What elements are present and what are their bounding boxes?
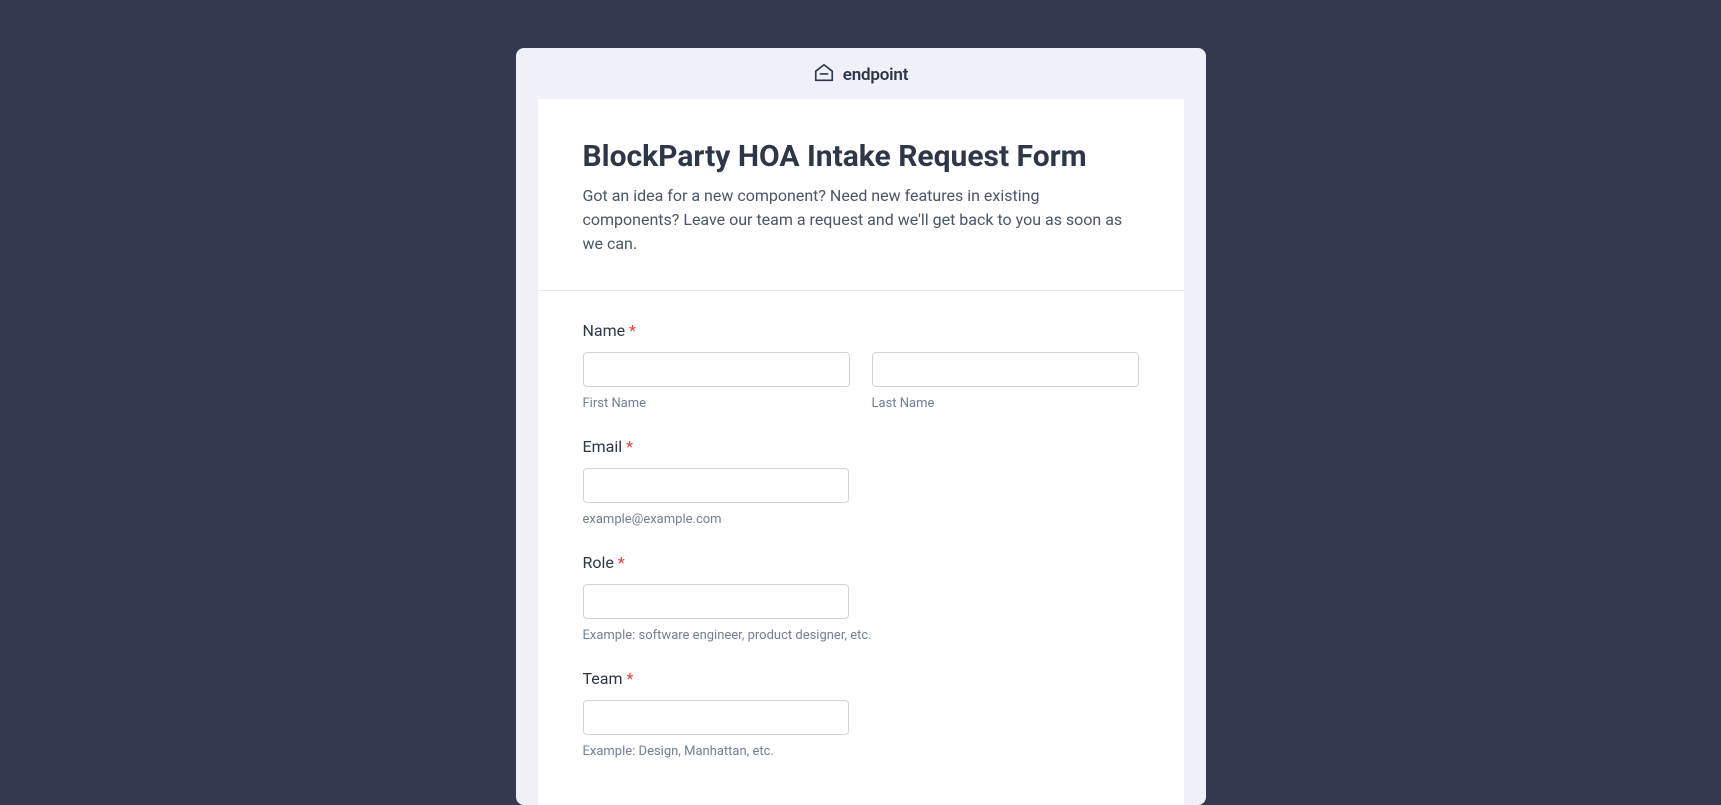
role-label-text: Role bbox=[583, 553, 614, 572]
team-label-text: Team bbox=[583, 669, 623, 688]
required-asterisk: * bbox=[629, 321, 636, 340]
team-input[interactable] bbox=[583, 700, 849, 735]
last-name-sublabel: Last Name bbox=[872, 396, 1139, 411]
form-container: endpoint BlockParty HOA Intake Request F… bbox=[516, 48, 1206, 805]
last-name-col: Last Name bbox=[872, 352, 1139, 411]
email-label-text: Email bbox=[583, 437, 623, 456]
last-name-input[interactable] bbox=[872, 352, 1139, 387]
role-input[interactable] bbox=[583, 584, 849, 619]
required-asterisk: * bbox=[626, 669, 633, 688]
email-input[interactable] bbox=[583, 468, 849, 503]
email-label: Email * bbox=[583, 437, 1139, 456]
form-header: endpoint bbox=[516, 48, 1206, 99]
email-field-group: Email * example@example.com bbox=[583, 437, 1139, 527]
first-name-input[interactable] bbox=[583, 352, 850, 387]
role-sublabel: Example: software engineer, product desi… bbox=[583, 628, 1139, 643]
team-sublabel: Example: Design, Manhattan, etc. bbox=[583, 744, 1139, 759]
form-description: Got an idea for a new component? Need ne… bbox=[583, 184, 1139, 256]
role-field-group: Role * Example: software engineer, produ… bbox=[583, 553, 1139, 643]
first-name-sublabel: First Name bbox=[583, 396, 850, 411]
form-body: BlockParty HOA Intake Request Form Got a… bbox=[538, 99, 1184, 805]
role-label: Role * bbox=[583, 553, 1139, 572]
form-title: BlockParty HOA Intake Request Form bbox=[583, 139, 1139, 174]
email-sublabel: example@example.com bbox=[583, 512, 1139, 527]
team-label: Team * bbox=[583, 669, 1139, 688]
required-asterisk: * bbox=[626, 437, 633, 456]
divider bbox=[538, 290, 1184, 291]
name-label: Name * bbox=[583, 321, 1139, 340]
required-asterisk: * bbox=[618, 553, 625, 572]
name-field-group: Name * First Name Last Name bbox=[583, 321, 1139, 411]
name-input-row: First Name Last Name bbox=[583, 352, 1139, 411]
endpoint-logo-icon bbox=[813, 62, 835, 88]
brand-name: endpoint bbox=[843, 65, 908, 85]
name-label-text: Name bbox=[583, 321, 626, 340]
team-field-group: Team * Example: Design, Manhattan, etc. bbox=[583, 669, 1139, 759]
first-name-col: First Name bbox=[583, 352, 850, 411]
